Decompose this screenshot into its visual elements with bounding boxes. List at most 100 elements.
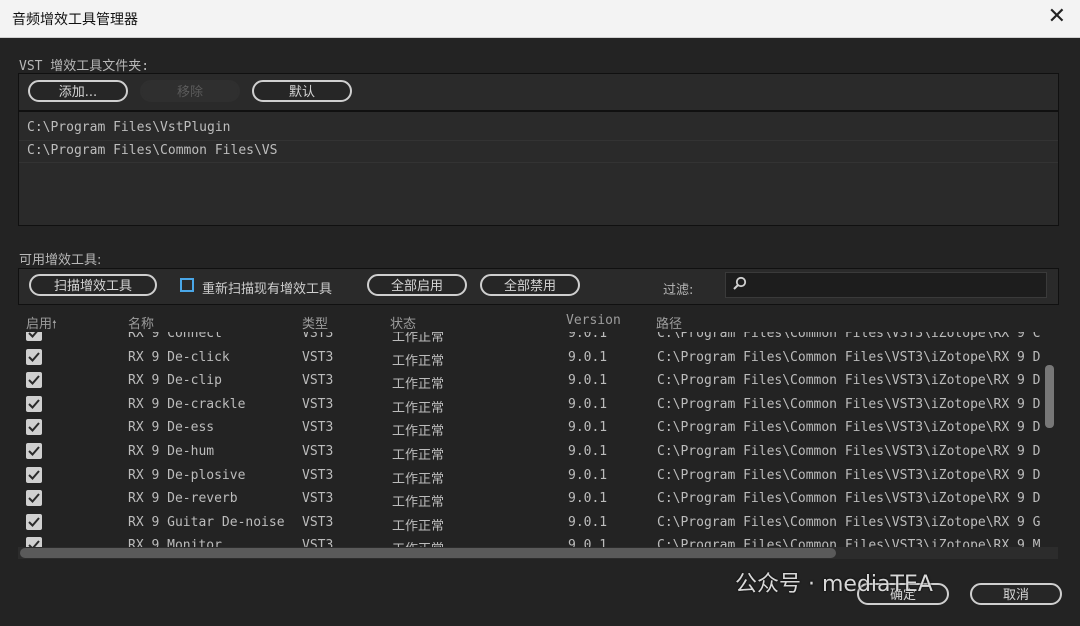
enabled-checkbox[interactable] [26, 372, 42, 389]
cell-path: C:\Program Files\Common Files\VST3\iZoto… [657, 514, 1041, 530]
filter-input[interactable] [725, 272, 1047, 298]
enabled-checkbox[interactable] [26, 419, 42, 436]
table-body: RX 9 Connect VST3 工作正常 9.0.1 C:\Program File… [18, 332, 1046, 550]
cell-version: 9.0.1 [568, 467, 608, 483]
checkmark-icon [28, 446, 40, 456]
plugin-manager-dialog: 音频增效工具管理器 ✕ VST 增效工具文件夹: 添加... 移除 默认 C:\… [0, 0, 1080, 626]
cell-version: 9.0.1 [568, 373, 608, 389]
cell-name: RX 9 De-click [128, 349, 230, 365]
cell-status: 工作正常 [392, 448, 445, 463]
rescan-checkbox[interactable] [180, 278, 194, 292]
cell-name: RX 9 Connect [128, 332, 222, 341]
filter-label: 过滤: [663, 283, 694, 298]
cell-name: RX 9 De-crackle [128, 396, 246, 412]
cell-path: C:\Program Files\Common Files\VST3\iZoto… [657, 373, 1041, 389]
checkmark-icon [28, 332, 38, 338]
col-name-header[interactable]: 名称 [128, 313, 154, 332]
cell-path: C:\Program Files\Common Files\VST3\iZoto… [657, 467, 1041, 483]
cell-status: 工作正常 [392, 518, 445, 534]
cell-type: VST3 [302, 373, 334, 389]
plugin-table: 启用🠕 名称 类型 状态 Version 路径 RX 9 Connect VST3… [18, 310, 1058, 550]
cell-name: RX 9 De-hum [128, 444, 215, 459]
table-row[interactable]: RX 9 De-hum VST3 工作正常 9.0.1 C:\Program Files… [18, 440, 1046, 464]
table-row[interactable]: RX 9 De-plosive VST3 工作正常 9.0.1 C:\Program F… [18, 464, 1046, 488]
cell-version: 9.0.1 [568, 444, 608, 459]
sort-arrow-icon: 🠕 [52, 318, 57, 331]
cell-type: VST3 [302, 444, 334, 459]
folder-path-item[interactable]: C:\Program Files\Common Files\VS [27, 140, 277, 162]
cell-name: RX 9 De-plosive [128, 467, 246, 483]
cell-type: VST3 [302, 420, 334, 436]
cell-type: VST3 [302, 332, 334, 341]
cell-version: 9.0.1 [568, 514, 608, 530]
enabled-checkbox[interactable] [26, 395, 42, 412]
folder-path-item[interactable]: C:\Program Files\VstPlugin [27, 117, 231, 139]
vst-folders-label: VST 增效工具文件夹: [19, 59, 150, 74]
cell-version: 9.0.1 [568, 396, 608, 412]
col-status-header[interactable]: 状态 [390, 313, 416, 332]
cell-status: 工作正常 [392, 400, 445, 416]
enabled-checkbox[interactable] [26, 490, 42, 507]
enabled-checkbox[interactable] [26, 443, 42, 459]
cell-version: 9.0.1 [568, 491, 608, 507]
cell-type: VST3 [302, 467, 334, 483]
remove-folder-button[interactable]: 移除 [140, 80, 240, 102]
cancel-button[interactable]: 取消 [970, 583, 1062, 605]
cell-name: RX 9 Guitar De-noise [128, 514, 285, 530]
table-row[interactable]: RX 9 De-crackle VST3 工作正常 9.0.1 C:\Program F… [18, 393, 1046, 417]
cell-type: VST3 [302, 349, 334, 365]
window-title: 音频增效工具管理器 [12, 12, 138, 28]
checkmark-icon [28, 422, 40, 433]
cell-status: 工作正常 [392, 377, 445, 393]
col-path-header[interactable]: 路径 [656, 313, 682, 332]
cell-path: C:\Program Files\Common Files\VST3\iZoto… [657, 349, 1041, 365]
cell-name: RX 9 De-ess [128, 420, 215, 436]
vertical-scrollbar[interactable] [1045, 365, 1054, 428]
cell-type: VST3 [302, 491, 334, 507]
cell-version: 9.0.1 [568, 332, 608, 341]
search-icon [732, 276, 748, 296]
checkmark-icon [28, 375, 40, 386]
cell-type: VST3 [302, 514, 334, 530]
table-row[interactable]: RX 9 De-click VST3 工作正常 9.0.1 C:\Program Fil… [18, 346, 1046, 370]
table-header: 启用🠕 名称 类型 状态 Version 路径 [18, 310, 1058, 332]
checkmark-icon [28, 493, 40, 504]
col-version-header[interactable]: Version [566, 313, 621, 328]
disable-all-button[interactable]: 全部禁用 [480, 274, 580, 296]
cell-path: C:\Program Files\Common Files\VST3\iZoto… [657, 444, 1041, 459]
horizontal-scrollbar[interactable] [20, 548, 836, 558]
enabled-checkbox[interactable] [26, 466, 42, 483]
checkmark-icon [28, 351, 40, 362]
default-folder-button[interactable]: 默认 [252, 80, 352, 102]
cell-status: 工作正常 [392, 495, 445, 511]
table-row[interactable]: RX 9 Connect VST3 工作正常 9.0.1 C:\Program File… [18, 332, 1046, 346]
enabled-checkbox[interactable] [26, 348, 42, 365]
col-enabled-label: 启用 [26, 317, 53, 332]
table-row[interactable]: RX 9 De-reverb VST3 工作正常 9.0.1 C:\Program Fi… [18, 487, 1046, 511]
checkmark-icon [28, 517, 40, 527]
folder-toolbar: 添加... 移除 默认 [18, 73, 1059, 111]
table-row[interactable]: RX 9 De-ess VST3 工作正常 9.0.1 C:\Program Files… [18, 416, 1046, 440]
add-folder-button[interactable]: 添加... [28, 80, 128, 102]
rescan-label: 重新扫描现有增效工具 [202, 282, 333, 297]
cell-name: RX 9 De-clip [128, 373, 222, 389]
cell-name: RX 9 De-reverb [128, 491, 238, 507]
cell-path: C:\Program Files\Common Files\VST3\iZoto… [657, 420, 1041, 436]
folder-list: C:\Program Files\VstPlugin C:\Program Fi… [18, 111, 1059, 226]
scan-plugins-button[interactable]: 扫描增效工具 [29, 274, 157, 296]
close-icon[interactable]: ✕ [1048, 6, 1066, 28]
cell-status: 工作正常 [392, 424, 445, 440]
table-row[interactable]: RX 9 Guitar De-noise VST3 工作正常 9.0.1 C:\Prog… [18, 511, 1046, 535]
cell-status: 工作正常 [392, 353, 445, 369]
col-type-header[interactable]: 类型 [302, 313, 328, 332]
checkmark-icon [28, 469, 40, 480]
table-row[interactable]: RX 9 De-clip VST3 工作正常 9.0.1 C:\Program File… [18, 369, 1046, 393]
enabled-checkbox[interactable] [26, 513, 42, 530]
checkmark-icon [28, 399, 40, 409]
enable-all-button[interactable]: 全部启用 [367, 274, 467, 296]
cell-version: 9.0.1 [568, 420, 608, 436]
enabled-checkbox[interactable] [26, 332, 42, 341]
watermark: 公众号 · mediaTEA [735, 572, 933, 597]
cell-path: C:\Program Files\Common Files\VST3\iZoto… [657, 332, 1041, 341]
title-bar: 音频增效工具管理器 ✕ [0, 0, 1080, 38]
